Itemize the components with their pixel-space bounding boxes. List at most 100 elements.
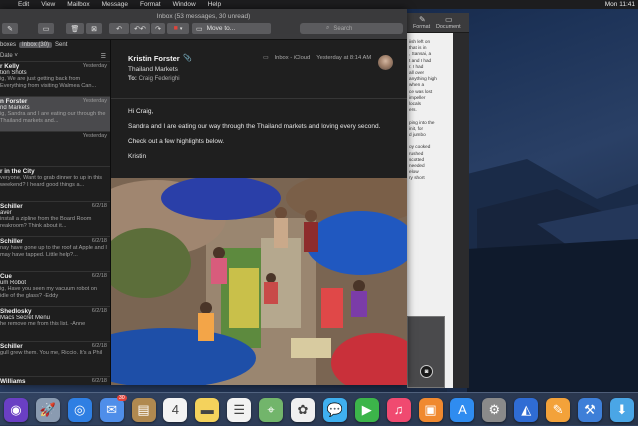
menu-window[interactable]: Window: [173, 1, 196, 8]
list-item[interactable]: Williams6/2/18s heads up, I dinged the g…: [0, 377, 110, 385]
message-date: 6/2/18: [91, 308, 107, 314]
format-tab[interactable]: Format: [413, 24, 430, 30]
safari-icon[interactable]: ◎: [67, 397, 92, 422]
menu-clock[interactable]: Mon 11:41: [605, 1, 635, 8]
document-text: iish left on that is in , Sansai, a t an…: [409, 39, 437, 181]
menu-mailbox[interactable]: Mailbox: [67, 1, 89, 8]
reminders-icon[interactable]: ☰: [227, 397, 252, 422]
message-date: 6/2/18: [91, 273, 107, 279]
list-item[interactable]: Schiller 6/2/18 aver install a zipline from…: [0, 202, 110, 237]
maps-icon[interactable]: ⌖: [259, 397, 284, 422]
folder-icon: ▭: [196, 25, 203, 33]
message-date: 6/2/18: [91, 343, 107, 349]
to-label: To:: [128, 76, 137, 82]
trash-icon: 🗑: [70, 25, 80, 33]
pages-toolbar: ✎ ▭ Format Document: [407, 13, 469, 33]
message-date: 6/2/18: [91, 203, 107, 209]
mailboxes-tab[interactable]: boxes: [0, 42, 16, 48]
flag-button[interactable]: ■ ▾: [167, 23, 189, 34]
filter-icon[interactable]: ☰: [101, 53, 106, 60]
message-preview: nay have gone up to the roof at Apple an…: [0, 245, 107, 258]
menu-view[interactable]: View: [41, 1, 55, 8]
email-header: Kristin Forster Thailand Markets To: Cra…: [128, 54, 180, 82]
music-icon[interactable]: ♫: [386, 397, 411, 422]
list-item[interactable]: Shedlosky 6/2/18 Macs Secret Menu he remove…: [0, 307, 110, 342]
menu-edit[interactable]: Edit: [18, 1, 29, 8]
reply-all-button[interactable]: ↶↶: [130, 23, 150, 34]
dock-glyph: ◉: [10, 401, 22, 417]
list-item[interactable]: Cue 6/2/18 um Robot ig, Have you seen my va…: [0, 272, 110, 307]
junk-button[interactable]: ⊠: [86, 23, 102, 34]
pages-window: ✎ ▭ Format Document iish left on that is…: [407, 13, 469, 388]
keynote-icon[interactable]: ◭: [514, 397, 539, 422]
to-value[interactable]: Craig Federighi: [139, 76, 180, 82]
inbox-tab[interactable]: Inbox (30): [19, 42, 53, 48]
launchpad-icon[interactable]: 🚀: [35, 397, 60, 422]
notes-icon[interactable]: ▬: [195, 397, 220, 422]
menu-message[interactable]: Message: [102, 1, 128, 8]
reply-icon: ↶: [116, 25, 122, 33]
move-to-label: Move to...: [206, 25, 236, 32]
message-preview: veryone, Want to grab dinner to up in th…: [0, 175, 103, 188]
messages-icon[interactable]: 💬: [322, 397, 347, 422]
downloads-folder-icon[interactable]: ⬇: [609, 397, 634, 422]
dock-glyph: 🚀: [39, 401, 56, 417]
menu-bar: Edit View Mailbox Message Format Window …: [0, 0, 638, 9]
email-meta: ▭ Inbox - iCloud Yesterday at 8:14 AM: [263, 55, 371, 61]
document-icon[interactable]: ▭: [445, 15, 453, 24]
flag-icon: ■: [173, 25, 178, 32]
dock-glyph: ☰: [233, 401, 245, 417]
menu-help[interactable]: Help: [208, 1, 221, 8]
compose-button[interactable]: ✎: [2, 23, 18, 34]
dock-glyph: ♫: [393, 402, 404, 417]
document-tab[interactable]: Document: [436, 24, 461, 30]
delete-button[interactable]: 🗑: [66, 23, 84, 34]
attached-photo[interactable]: [111, 178, 407, 385]
reply-button[interactable]: ↶: [109, 23, 129, 34]
junk-icon: ⊠: [91, 25, 97, 33]
sent-tab[interactable]: Sent: [55, 42, 67, 48]
search-placeholder: Search: [333, 25, 353, 32]
reply-all-icon: ↶↶: [134, 25, 146, 33]
notes-app-icon[interactable]: ▤: [131, 397, 156, 422]
books-icon[interactable]: ▣: [418, 397, 443, 422]
dock-glyph: ◎: [74, 401, 86, 417]
mailbox-favorites-bar: boxes Inbox (30) Sent: [0, 40, 110, 50]
email-body: Hi Craig, Sandra and I are eating our wa…: [128, 108, 403, 168]
xcode-icon[interactable]: ⚒: [577, 397, 602, 422]
email-subject: Thailand Markets: [128, 66, 178, 73]
message-date: Yesterday: [82, 133, 107, 139]
message-sender: r in the City: [0, 168, 35, 175]
move-to-button[interactable]: ▭ Move to...: [192, 23, 271, 34]
list-item[interactable]: n Forster Yesterday nd Markets ig, Sandra a…: [0, 97, 110, 132]
app-store-icon[interactable]: A: [450, 397, 475, 422]
archive-button[interactable]: ▭: [38, 23, 54, 34]
siri-icon[interactable]: ◉: [3, 397, 28, 422]
list-item[interactable]: r in the City veryone, Want to grab dinne…: [0, 167, 110, 202]
brush-icon[interactable]: ✎: [419, 15, 426, 24]
message-date: 6/2/18: [91, 378, 107, 384]
list-item[interactable]: Schiller 6/2/18 gull grew them. You me, Ri…: [0, 342, 110, 377]
list-item[interactable]: Yesterday: [0, 132, 110, 167]
facetime-icon[interactable]: ▶: [354, 397, 379, 422]
list-item[interactable]: r Kelly Yesterday tion Shots ig, We are jus…: [0, 62, 110, 97]
sort-by-date[interactable]: Date ˅: [0, 53, 18, 59]
dock-glyph: ◭: [521, 401, 532, 417]
photos-icon[interactable]: ✿: [290, 397, 315, 422]
search-field[interactable]: ⌕ Search: [300, 23, 403, 34]
message-preview: he remove me from this list. -Anne: [0, 321, 86, 327]
window-title: Inbox (53 messages, 30 unread): [156, 13, 251, 20]
email-line: Check out a few highlights below.: [128, 138, 225, 145]
pages-icon[interactable]: ✎: [546, 397, 571, 422]
list-item[interactable]: Schiller 6/2/18 nay have gone up to the ro…: [0, 237, 110, 272]
dock-glyph: ▤: [137, 401, 150, 417]
forward-button[interactable]: ↷: [151, 23, 165, 34]
mail-icon[interactable]: ✉ 30: [99, 394, 127, 422]
chevron-down-icon: ▾: [179, 25, 183, 32]
calendar-icon[interactable]: 4: [163, 397, 188, 422]
system-preferences-icon[interactable]: ⚙: [482, 397, 507, 422]
dock-glyph: ▣: [424, 401, 437, 417]
camera-icon[interactable]: ◙: [420, 365, 433, 378]
menu-format[interactable]: Format: [140, 1, 161, 8]
mailbox-icon: ▭: [263, 55, 269, 61]
